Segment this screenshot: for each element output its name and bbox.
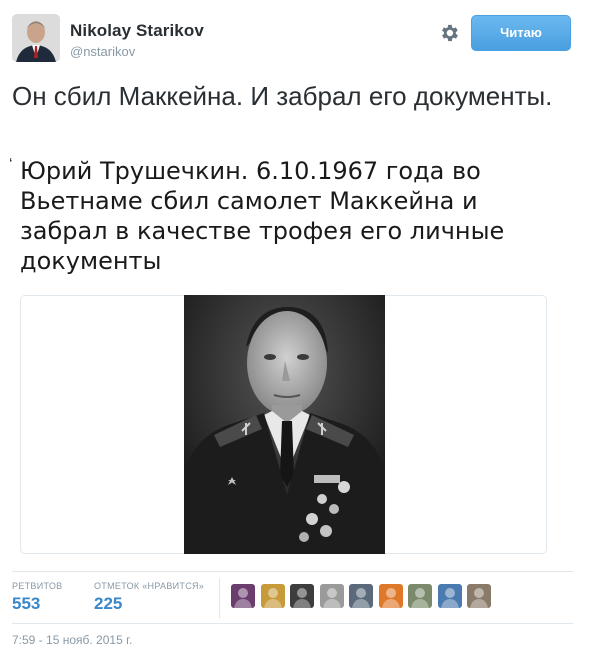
likes-label: ОТМЕТОК «НРАВИТСЯ» bbox=[94, 581, 205, 591]
liker-avatar-icon bbox=[378, 584, 403, 608]
tweet-timestamp[interactable]: 7:59 - 15 нояб. 2015 г. bbox=[12, 633, 132, 647]
liker-avatar-icon bbox=[290, 584, 314, 608]
retweets-count[interactable]: 553 bbox=[12, 594, 40, 614]
tweet-text: Он сбил Маккейна. И забрал его документы… bbox=[12, 81, 553, 111]
person-avatar-icon bbox=[12, 14, 60, 62]
stats-top-divider bbox=[12, 571, 573, 572]
caption-mark: ‘ bbox=[9, 156, 13, 173]
liker-avatar-3[interactable] bbox=[290, 584, 314, 608]
liker-avatar-7[interactable] bbox=[408, 584, 432, 608]
liker-avatar-9[interactable] bbox=[467, 584, 491, 608]
liker-avatar-8[interactable] bbox=[437, 584, 462, 608]
liker-avatar-icon bbox=[467, 584, 491, 608]
liker-avatar-2[interactable] bbox=[260, 584, 285, 608]
soldier-portrait-image bbox=[184, 295, 385, 554]
liker-avatar-icon bbox=[408, 584, 432, 608]
liker-avatar-6[interactable] bbox=[378, 584, 403, 608]
retweets-label: РЕТВИТОВ bbox=[12, 581, 63, 591]
image-caption: Юрий Трушечкин. 6.10.1967 года во Вьетна… bbox=[20, 157, 505, 275]
likes-count[interactable]: 225 bbox=[94, 594, 122, 614]
stats-bottom-divider bbox=[12, 623, 573, 624]
avatar[interactable] bbox=[12, 14, 60, 62]
screen-name[interactable]: @nstarikov bbox=[70, 44, 135, 59]
liker-avatar-4[interactable] bbox=[319, 584, 344, 608]
portrait-photo[interactable] bbox=[184, 295, 385, 554]
gear-icon[interactable] bbox=[438, 22, 460, 44]
stats-separator bbox=[219, 578, 220, 618]
liker-avatar-icon bbox=[319, 584, 344, 608]
liker-avatar-5[interactable] bbox=[349, 584, 373, 608]
liker-avatar-icon bbox=[349, 584, 373, 608]
liker-avatar-icon bbox=[260, 584, 285, 608]
display-name[interactable]: Nikolay Starikov bbox=[70, 21, 204, 41]
follow-button[interactable]: Читаю bbox=[471, 15, 571, 51]
liker-avatar-icon bbox=[231, 584, 255, 608]
liker-avatar-1[interactable] bbox=[231, 584, 255, 608]
liker-avatar-icon bbox=[437, 584, 462, 608]
